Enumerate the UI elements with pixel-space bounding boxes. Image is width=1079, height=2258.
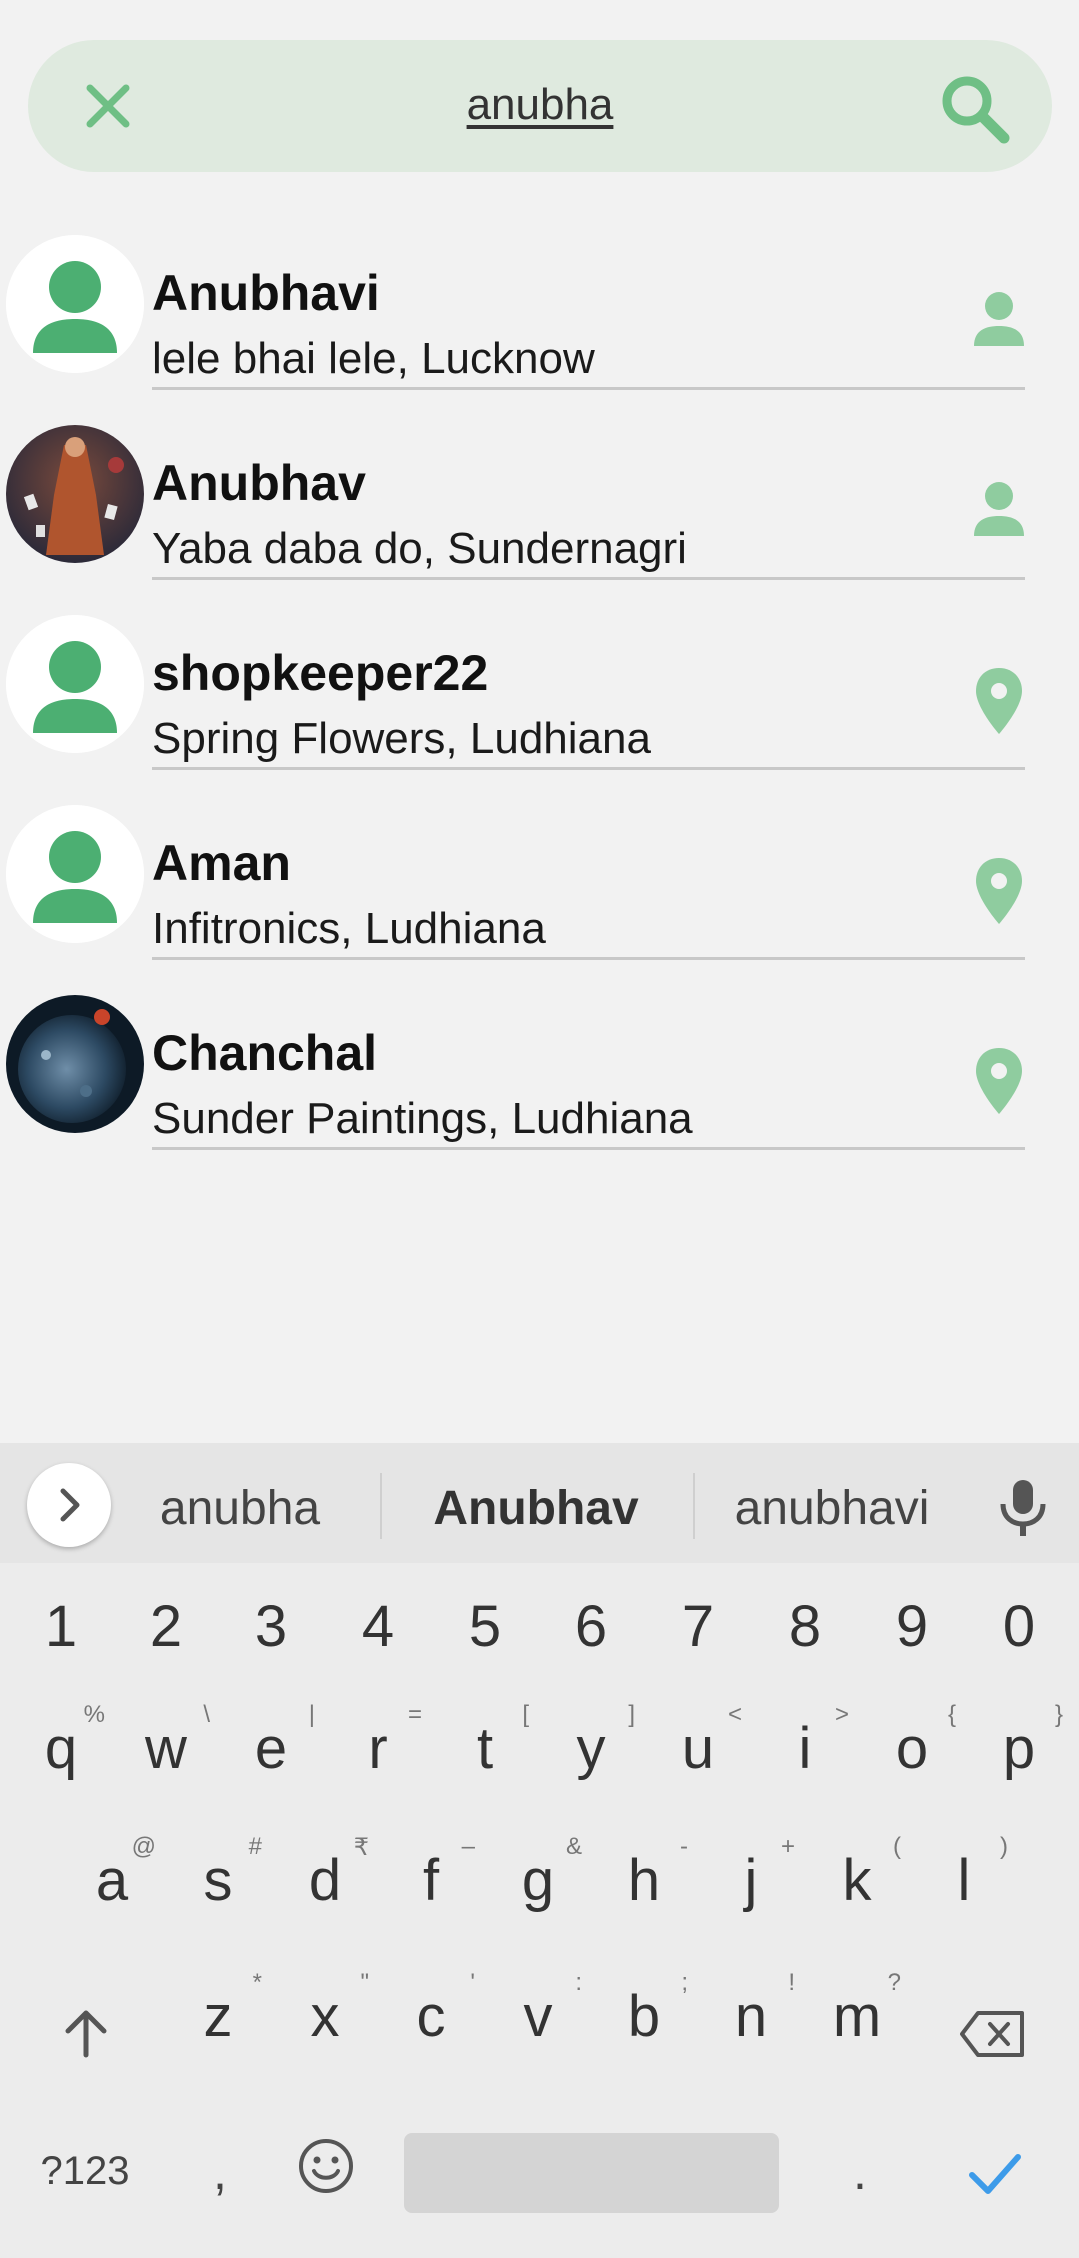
result-row[interactable]: shopkeeper22 Spring Flowers, Ludhiana [0, 612, 1079, 802]
chevron-right-icon [60, 1488, 80, 1522]
result-row[interactable]: Anubhavi lele bhai lele, Lucknow [0, 232, 1079, 422]
shift-icon[interactable] [56, 2003, 116, 2063]
divider [152, 767, 1025, 770]
key-s[interactable]: s # [168, 1827, 268, 1947]
key-0[interactable]: 0 [969, 1573, 1069, 1693]
key-k[interactable]: k( [807, 1827, 907, 1947]
expand-toolbar-button[interactable] [27, 1463, 111, 1547]
key-c[interactable]: c ' [381, 1963, 481, 2083]
key-2[interactable]: 2 [116, 1573, 216, 1693]
key-m[interactable]: m? [807, 1963, 907, 2083]
result-subtitle: Sunder Paintings, Ludhiana [152, 1094, 693, 1143]
divider [380, 1473, 382, 1539]
results-list: Anubhavi lele bhai lele, Lucknow Anubhav… [0, 232, 1079, 1182]
key-1[interactable]: 1 [11, 1573, 111, 1693]
key-z[interactable]: z * [168, 1963, 268, 2083]
default-avatar [6, 615, 144, 753]
suggestion-2[interactable]: Anubhav [416, 1481, 656, 1536]
divider [693, 1473, 695, 1539]
suggestion-1[interactable]: anubha [140, 1481, 340, 1536]
key-u[interactable]: u < [648, 1695, 748, 1815]
default-avatar [6, 805, 144, 943]
backspace-icon[interactable] [958, 2009, 1028, 2059]
key-8[interactable]: 8 [755, 1573, 855, 1693]
check-icon[interactable] [964, 2143, 1024, 2203]
divider [152, 387, 1025, 390]
divider [152, 577, 1025, 580]
key-h[interactable]: h- [594, 1827, 694, 1947]
person-avatar-icon [6, 235, 144, 373]
soft-keyboard: anubha Anubhav anubhavi 1 2 3 4 5 6 7 8 … [0, 1443, 1079, 2258]
location-pin-icon[interactable] [968, 852, 1030, 932]
key-t[interactable]: t[ [435, 1695, 535, 1815]
person-icon[interactable] [968, 472, 1030, 552]
result-row[interactable]: Chanchal Sunder Paintings, Ludhiana [0, 992, 1079, 1182]
key-r[interactable]: r = [328, 1695, 428, 1815]
key-y[interactable]: y] [541, 1695, 641, 1815]
key-x[interactable]: x " [275, 1963, 375, 2083]
result-row[interactable]: Aman Infitronics, Ludhiana [0, 802, 1079, 992]
emoji-icon[interactable] [296, 2136, 356, 2196]
key-n[interactable]: n! [701, 1963, 801, 2083]
suggestion-3[interactable]: anubhavi [712, 1481, 952, 1536]
photo-avatar [6, 995, 144, 1133]
suggestion-bar: anubha Anubhav anubhavi [0, 1443, 1079, 1563]
person-avatar-icon [6, 805, 144, 943]
profile-photo [6, 995, 144, 1133]
profile-photo [6, 425, 144, 563]
key-a[interactable]: a @ [62, 1827, 162, 1947]
photo-avatar [6, 425, 144, 563]
key-l[interactable]: l) [914, 1827, 1014, 1947]
microphone-icon[interactable] [993, 1476, 1053, 1540]
comma-key[interactable]: , [190, 2143, 250, 2201]
key-3[interactable]: 3 [221, 1573, 321, 1693]
key-d[interactable]: d ₹ [275, 1827, 375, 1947]
result-name: Chanchal [152, 1025, 378, 1081]
key-q[interactable]: q% [11, 1695, 111, 1815]
result-row[interactable]: Anubhav Yaba daba do, Sundernagri [0, 422, 1079, 612]
person-avatar-icon [6, 615, 144, 753]
symbols-key[interactable]: ?123 [20, 2149, 150, 2194]
key-o[interactable]: o{ [862, 1695, 962, 1815]
key-w[interactable]: w \ [116, 1695, 216, 1815]
location-pin-icon[interactable] [968, 662, 1030, 742]
key-5[interactable]: 5 [435, 1573, 535, 1693]
search-bar: anubha [28, 40, 1052, 172]
result-name: Anubhavi [152, 265, 380, 321]
key-j[interactable]: j + [701, 1827, 801, 1947]
key-4[interactable]: 4 [328, 1573, 428, 1693]
divider [152, 1147, 1025, 1150]
result-subtitle: Infitronics, Ludhiana [152, 904, 546, 953]
result-name: Anubhav [152, 455, 366, 511]
result-subtitle: lele bhai lele, Lucknow [152, 334, 595, 383]
key-v[interactable]: v: [488, 1963, 588, 2083]
divider [152, 957, 1025, 960]
default-avatar [6, 235, 144, 373]
search-icon[interactable] [936, 70, 1012, 146]
period-key[interactable]: . [830, 2143, 890, 2201]
person-icon[interactable] [968, 282, 1030, 362]
result-subtitle: Yaba daba do, Sundernagri [152, 524, 687, 573]
key-i[interactable]: i > [755, 1695, 855, 1815]
space-key[interactable] [404, 2133, 779, 2213]
key-b[interactable]: b; [594, 1963, 694, 2083]
key-g[interactable]: g & [488, 1827, 588, 1947]
key-p[interactable]: p} [969, 1695, 1069, 1815]
key-6[interactable]: 6 [541, 1573, 641, 1693]
key-e[interactable]: e | [221, 1695, 321, 1815]
result-name: shopkeeper22 [152, 645, 489, 701]
key-9[interactable]: 9 [862, 1573, 962, 1693]
key-7[interactable]: 7 [648, 1573, 748, 1693]
result-name: Aman [152, 835, 291, 891]
result-subtitle: Spring Flowers, Ludhiana [152, 714, 651, 763]
key-f[interactable]: f – [381, 1827, 481, 1947]
location-pin-icon[interactable] [968, 1042, 1030, 1122]
search-input[interactable]: anubha [28, 80, 1052, 130]
